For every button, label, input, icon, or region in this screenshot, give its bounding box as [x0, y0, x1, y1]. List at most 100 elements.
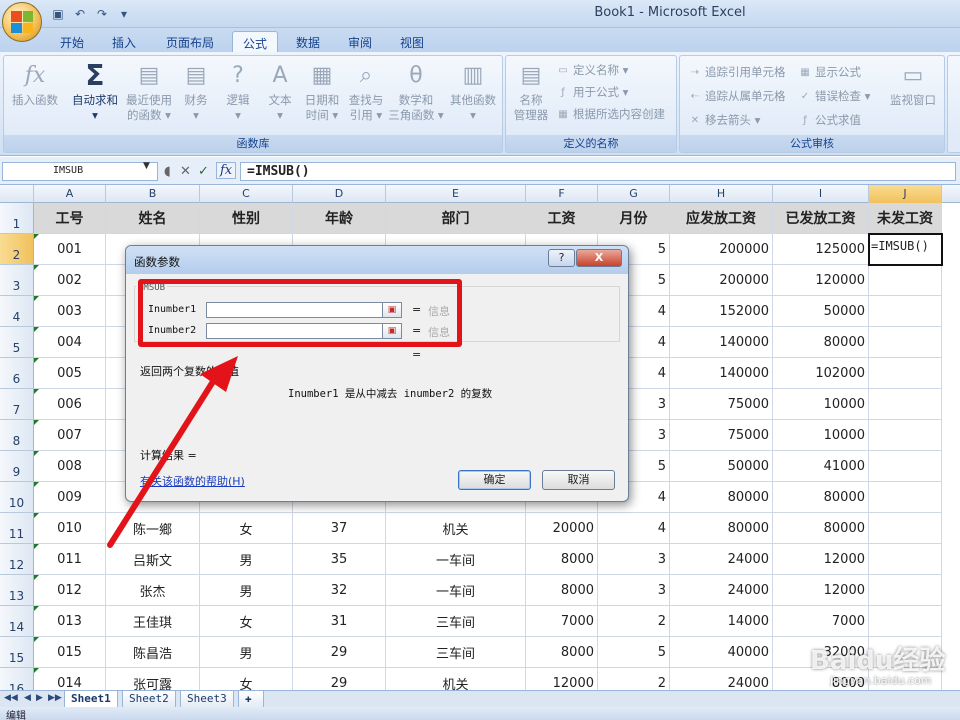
table-cell[interactable]: 010 — [34, 513, 106, 544]
row-header-8[interactable]: 8 — [0, 420, 34, 451]
tab-insert[interactable]: 插入 — [104, 31, 144, 52]
next-sheet-icon[interactable]: ▶ — [36, 693, 43, 703]
table-cell[interactable]: 29 — [293, 637, 386, 668]
table-cell[interactable]: 37 — [293, 513, 386, 544]
table-cell[interactable] — [869, 575, 942, 606]
tab-review[interactable]: 审阅 — [340, 31, 380, 52]
error-checking-button[interactable]: ✓ 错误检查 ▾ — [798, 88, 871, 104]
table-cell[interactable]: 50000 — [773, 296, 869, 327]
tab-view[interactable]: 视图 — [392, 31, 432, 52]
table-cell[interactable]: 10000 — [773, 389, 869, 420]
sheet-tab-1[interactable]: Sheet1 — [64, 691, 118, 708]
datetime-button[interactable]: ▦ 日期和 时间 ▾ — [300, 60, 344, 123]
first-sheet-icon[interactable]: ◀◀ — [4, 693, 18, 703]
text-button[interactable]: A 文本 ▾ — [260, 60, 300, 123]
table-cell[interactable]: 009 — [34, 482, 106, 513]
table-cell[interactable]: 24000 — [670, 575, 773, 606]
row-header-16[interactable]: 16 — [0, 668, 34, 690]
table-cell[interactable]: 张杰 — [106, 575, 200, 606]
column-header-f[interactable]: F — [526, 185, 598, 203]
table-cell[interactable]: 12000 — [773, 544, 869, 575]
table-cell[interactable]: 015 — [34, 637, 106, 668]
table-cell[interactable]: 7000 — [526, 606, 598, 637]
table-cell[interactable]: 3 — [598, 575, 670, 606]
table-cell[interactable]: 32 — [293, 575, 386, 606]
table-cell[interactable] — [869, 420, 942, 451]
row-header-12[interactable]: 12 — [0, 544, 34, 575]
financial-button[interactable]: ▤ 财务 ▾ — [176, 60, 216, 123]
table-cell[interactable]: 152000 — [670, 296, 773, 327]
watch-window-button[interactable]: ▭ 监视窗口 — [886, 60, 940, 108]
table-cell[interactable]: 006 — [34, 389, 106, 420]
column-header-e[interactable]: E — [386, 185, 526, 203]
table-cell[interactable]: 8000 — [526, 544, 598, 575]
insert-sheet-icon[interactable]: ✚ — [238, 691, 264, 708]
logical-button[interactable]: ? 逻辑 ▾ — [218, 60, 258, 123]
table-cell[interactable] — [869, 513, 942, 544]
column-header-i[interactable]: I — [773, 185, 869, 203]
tab-data[interactable]: 数据 — [288, 31, 328, 52]
table-cell[interactable]: 008 — [34, 451, 106, 482]
create-from-selection-button[interactable]: ▦ 根据所选内容创建 — [556, 106, 665, 122]
table-cell[interactable]: 35 — [293, 544, 386, 575]
insert-function-button[interactable]: fx 插入函数 — [8, 60, 62, 108]
prev-sheet-icon[interactable]: ◀ — [24, 693, 31, 703]
table-cell[interactable]: 男 — [200, 637, 293, 668]
table-cell[interactable]: 120000 — [773, 265, 869, 296]
row-header-11[interactable]: 11 — [0, 513, 34, 544]
row-header-7[interactable]: 7 — [0, 389, 34, 420]
header-cell[interactable]: 应发放工资 — [670, 203, 773, 234]
table-cell[interactable]: 张可露 — [106, 668, 200, 690]
table-cell[interactable] — [869, 451, 942, 482]
header-cell[interactable]: 月份 — [598, 203, 670, 234]
trace-dependents-button[interactable]: ⇠ 追踪从属单元格 — [688, 88, 786, 104]
cancel-button[interactable]: 取消 — [542, 470, 615, 490]
row-header-3[interactable]: 3 — [0, 265, 34, 296]
column-header-j[interactable]: J — [869, 185, 942, 203]
table-cell[interactable]: 007 — [34, 420, 106, 451]
table-cell[interactable]: 80000 — [670, 513, 773, 544]
column-header-a[interactable]: A — [34, 185, 106, 203]
remove-arrows-button[interactable]: ✕ 移去箭头 ▾ — [688, 112, 761, 128]
active-cell-j2[interactable]: =IMSUB() — [868, 233, 943, 266]
tab-page-layout[interactable]: 页面布局 — [158, 31, 222, 52]
name-box-chevron-down-icon[interactable]: ▼ — [143, 161, 150, 171]
table-cell[interactable]: 41000 — [773, 451, 869, 482]
table-cell[interactable]: 200000 — [670, 265, 773, 296]
autosum-button[interactable]: Σ 自动求和 ▾ — [68, 60, 122, 123]
table-cell[interactable] — [869, 296, 942, 327]
table-cell[interactable]: 24000 — [670, 668, 773, 690]
table-cell[interactable]: 002 — [34, 265, 106, 296]
table-cell[interactable]: 80000 — [773, 513, 869, 544]
dialog-close-button[interactable]: X — [576, 249, 622, 267]
table-cell[interactable]: 80000 — [773, 482, 869, 513]
table-cell[interactable]: 80000 — [670, 482, 773, 513]
row-header-2[interactable]: 2 — [0, 234, 34, 265]
table-cell[interactable]: 001 — [34, 234, 106, 265]
recent-functions-button[interactable]: ▤ 最近使用 的函数 ▾ — [122, 60, 176, 123]
header-cell[interactable]: 已发放工资 — [773, 203, 869, 234]
row-header-6[interactable]: 6 — [0, 358, 34, 389]
table-cell[interactable] — [869, 327, 942, 358]
table-cell[interactable]: 12000 — [526, 668, 598, 690]
tab-formulas[interactable]: 公式 — [232, 31, 278, 52]
office-button[interactable] — [2, 2, 42, 42]
table-cell[interactable]: 男 — [200, 575, 293, 606]
sheet-tab-3[interactable]: Sheet3 — [180, 691, 234, 708]
table-cell[interactable]: 014 — [34, 668, 106, 690]
more-functions-button[interactable]: ▥ 其他函数 ▾ — [446, 60, 500, 123]
table-cell[interactable] — [869, 358, 942, 389]
table-cell[interactable]: 75000 — [670, 389, 773, 420]
table-cell[interactable]: 140000 — [670, 358, 773, 389]
row-header-13[interactable]: 13 — [0, 575, 34, 606]
cancel-icon[interactable]: ✕ — [180, 164, 191, 179]
table-cell[interactable]: 012 — [34, 575, 106, 606]
header-cell[interactable]: 姓名 — [106, 203, 200, 234]
enter-check-icon[interactable]: ✓ — [198, 164, 209, 179]
row-header-10[interactable]: 10 — [0, 482, 34, 513]
table-cell[interactable]: 一车间 — [386, 544, 526, 575]
show-formulas-button[interactable]: ▦ 显示公式 — [798, 64, 861, 80]
name-manager-button[interactable]: ▤ 名称 管理器 — [510, 60, 552, 123]
table-cell[interactable]: 7000 — [773, 606, 869, 637]
formula-input[interactable]: =IMSUB() — [240, 162, 956, 181]
